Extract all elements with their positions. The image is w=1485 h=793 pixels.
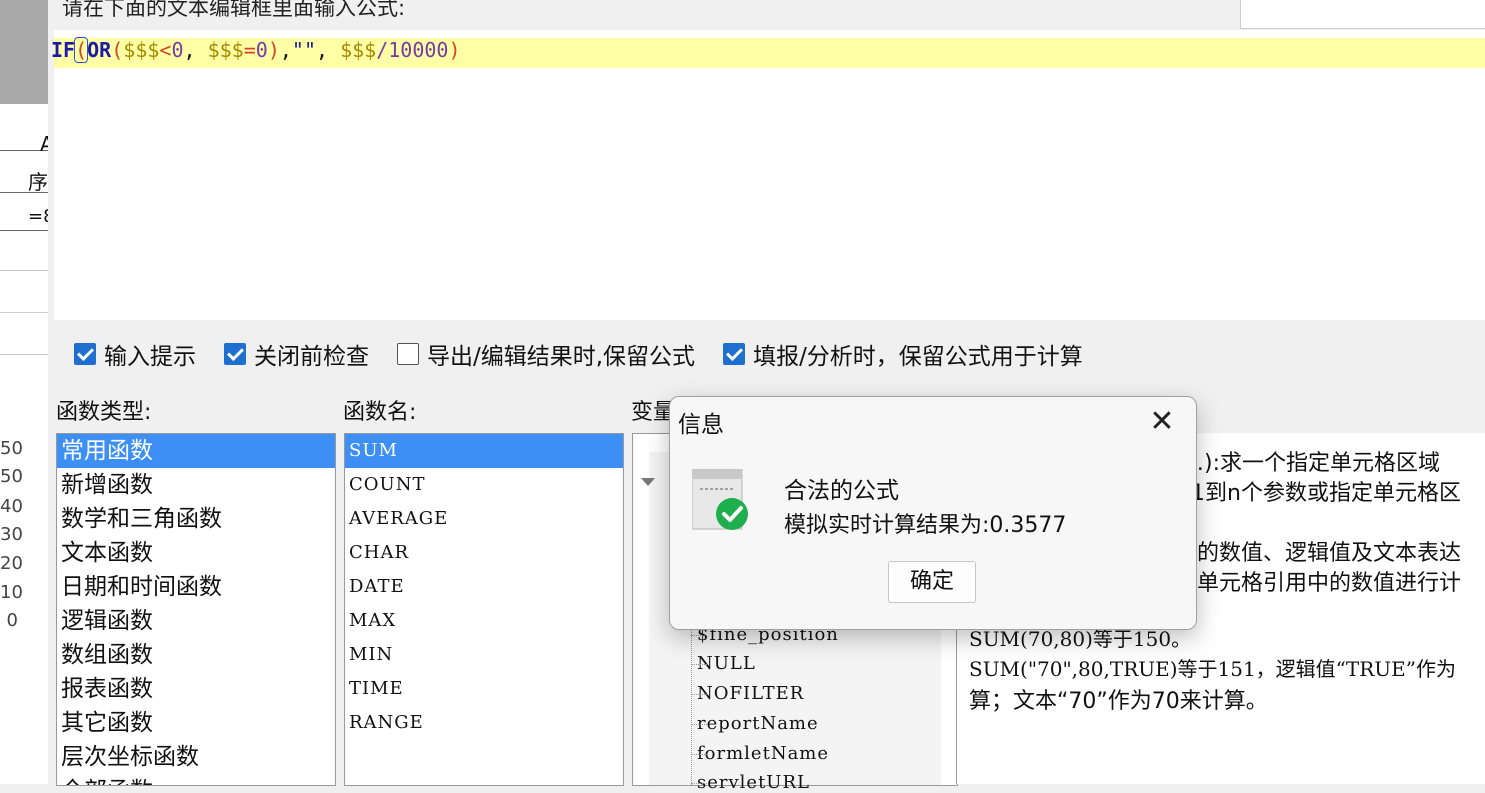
- popup-result: 模拟实时计算结果为:0.3577: [784, 513, 1067, 538]
- dialog-title: 信息: [678, 412, 724, 438]
- description-line: ,…):求一个指定单元格区域: [1175, 451, 1440, 476]
- list-item[interactable]: 文本函数: [57, 536, 335, 570]
- background-spreadsheet: A 序 =8 50 50 40 30 20 10 0: [0, 0, 55, 784]
- formula-dialog: 请在下面的文本编辑框里面输入公式: IF(OR($$$<0, $$$=0),""…: [48, 0, 1485, 793]
- check-before-close-option[interactable]: 关闭前检查: [224, 337, 369, 371]
- matched-paren: (: [74, 37, 89, 63]
- editor-hint: 请在下面的文本编辑框里面输入公式:: [62, 0, 406, 20]
- axis-tick: 40: [0, 496, 23, 517]
- list-item[interactable]: CHAR: [345, 536, 623, 570]
- list-item[interactable]: 日期和时间函数: [57, 570, 335, 604]
- tree-item[interactable]: NOFILTER: [690, 683, 804, 704]
- checkbox-checked-icon[interactable]: [74, 343, 96, 365]
- popup-message: 合法的公式: [784, 478, 899, 504]
- axis-tick: 30: [0, 524, 23, 545]
- function-types-label: 函数类型:: [56, 400, 152, 425]
- info-dialog: 信息 ✕ 合法的公式 模拟实时计算结果为:0.3577 确定: [669, 396, 1197, 630]
- background-column-header: A: [0, 120, 54, 156]
- tree-item[interactable]: reportName: [691, 713, 819, 734]
- background-cell: =8: [0, 200, 55, 231]
- list-item[interactable]: TIME: [345, 672, 623, 706]
- tree-item[interactable]: formletName: [690, 743, 829, 764]
- axis-tick: 0: [6, 610, 18, 631]
- top-right-field[interactable]: [1240, 0, 1485, 29]
- formula-editor[interactable]: [54, 30, 1485, 320]
- axis-tick: 50: [0, 438, 23, 459]
- background-toolbar-area: [0, 0, 48, 104]
- list-item[interactable]: DATE: [345, 570, 623, 604]
- axis-tick: 10: [0, 582, 23, 603]
- list-item[interactable]: 数学和三角函数: [57, 502, 335, 536]
- list-item[interactable]: MAX: [345, 604, 623, 638]
- function-name-list[interactable]: SUM COUNT AVERAGE CHAR DATE MAX MIN TIME…: [344, 433, 624, 786]
- list-item[interactable]: 其它函数: [57, 706, 335, 740]
- description-line: SUM("70",80,TRUE)等于151，逻辑值“TRUE”作为: [969, 657, 1456, 681]
- list-item[interactable]: RANGE: [345, 706, 623, 740]
- function-names-label: 函数名:: [343, 400, 417, 425]
- list-item[interactable]: 常用函数: [57, 434, 335, 468]
- tree-item[interactable]: NULL: [691, 653, 756, 674]
- checkbox-unchecked-icon[interactable]: [397, 343, 419, 365]
- list-item[interactable]: COUNT: [345, 468, 623, 502]
- tree-item[interactable]: servletURL: [691, 772, 810, 793]
- list-item[interactable]: 报表函数: [57, 672, 335, 706]
- input-hint-option[interactable]: 输入提示: [74, 337, 196, 371]
- checkbox-checked-icon[interactable]: [224, 343, 246, 365]
- background-row-header: 序: [0, 162, 48, 194]
- function-type-list[interactable]: 常用函数 新增函数 数学和三角函数 文本函数 日期和时间函数 逻辑函数 数组函数…: [56, 433, 336, 786]
- description-line: 算；文本“70”作为70来计算。: [969, 689, 1268, 714]
- list-item[interactable]: 全部函数: [57, 774, 335, 785]
- axis-tick: 50: [0, 466, 23, 487]
- success-check-icon: [692, 469, 748, 530]
- options-row: 输入提示 关闭前检查 导出/编辑结果时,保留公式 填报/分析时，保留公式用于计算: [74, 338, 1111, 370]
- keep-formula-on-export-option[interactable]: 导出/编辑结果时,保留公式: [397, 337, 695, 371]
- close-icon[interactable]: ✕: [1142, 405, 1182, 439]
- tree-expand-icon[interactable]: [641, 478, 655, 486]
- list-item[interactable]: AVERAGE: [345, 502, 623, 536]
- list-item[interactable]: 层次坐标函数: [57, 740, 335, 774]
- list-item[interactable]: SUM: [345, 434, 623, 468]
- checkbox-checked-icon[interactable]: [723, 343, 746, 365]
- keep-formula-for-calc-option[interactable]: 填报/分析时，保留公式用于计算: [723, 337, 1083, 371]
- ok-button[interactable]: 确定: [888, 561, 976, 603]
- description-line: 或单元格引用中的数值进行计: [1175, 571, 1462, 596]
- list-item[interactable]: 逻辑函数: [57, 604, 335, 638]
- list-item[interactable]: MIN: [345, 638, 623, 672]
- list-item[interactable]: 新增函数: [57, 468, 335, 502]
- description-line: 中的数值、逻辑值及文本表达: [1175, 541, 1462, 566]
- description-line: 1到n个参数或指定单元格区: [1191, 481, 1461, 506]
- axis-tick: 20: [0, 553, 23, 574]
- list-item[interactable]: 数组函数: [57, 638, 335, 672]
- formula-text[interactable]: IF(OR($$$<0, $$$=0),"", $$$/10000): [51, 35, 461, 65]
